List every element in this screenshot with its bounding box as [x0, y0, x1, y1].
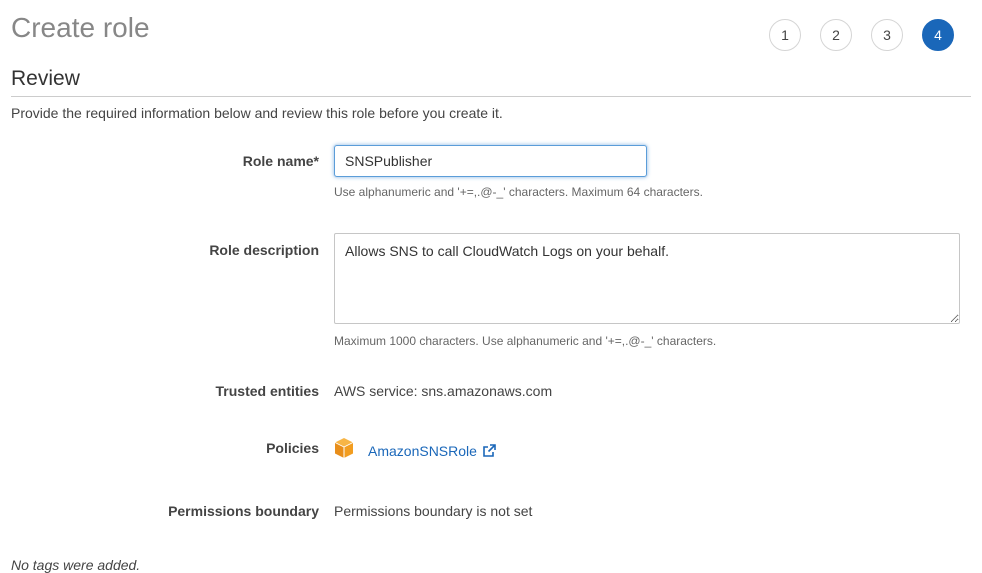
- policy-link[interactable]: AmazonSNSRole: [368, 443, 477, 459]
- section-title: Review: [11, 67, 80, 90]
- no-tags-note: No tags were added.: [11, 557, 141, 573]
- policy-item: AmazonSNSRole: [334, 437, 496, 464]
- page-title: Create role: [11, 12, 150, 43]
- role-name-label: Role name*: [242, 153, 319, 169]
- step-3[interactable]: 3: [871, 19, 903, 51]
- role-name-help: Use alphanumeric and '+=,.@-_' character…: [334, 185, 703, 199]
- role-description-help: Maximum 1000 characters. Use alphanumeri…: [334, 334, 717, 348]
- wizard-steps: 1 2 3 4: [769, 19, 954, 51]
- role-description-textarea[interactable]: Allows SNS to call CloudWatch Logs on yo…: [334, 233, 960, 324]
- step-2[interactable]: 2: [820, 19, 852, 51]
- permissions-boundary-label: Permissions boundary: [168, 503, 319, 519]
- policy-box-icon: [334, 437, 354, 464]
- role-description-label: Role description: [209, 242, 319, 258]
- trusted-entities-value: AWS service: sns.amazonaws.com: [334, 383, 553, 399]
- permissions-boundary-value: Permissions boundary is not set: [334, 503, 533, 519]
- step-4-active[interactable]: 4: [922, 19, 954, 51]
- external-link-icon[interactable]: [482, 443, 496, 458]
- policies-label: Policies: [266, 440, 319, 456]
- intro-text: Provide the required information below a…: [11, 105, 503, 121]
- step-1[interactable]: 1: [769, 19, 801, 51]
- role-name-input[interactable]: [334, 145, 647, 177]
- section-divider: [11, 96, 971, 97]
- trusted-entities-label: Trusted entities: [215, 383, 319, 399]
